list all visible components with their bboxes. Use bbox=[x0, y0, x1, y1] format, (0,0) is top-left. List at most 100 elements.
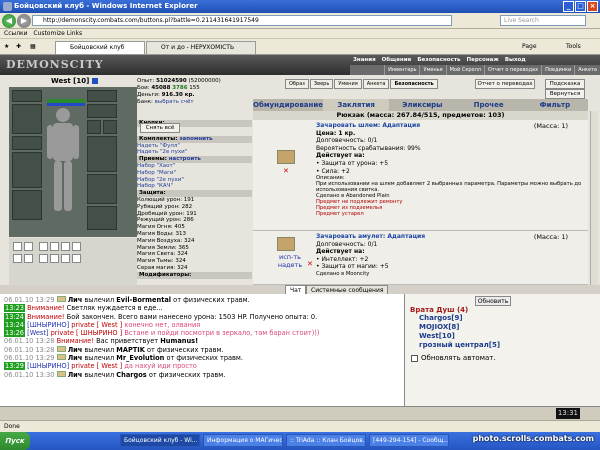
amulet-slot[interactable] bbox=[87, 104, 117, 118]
minimize-icon[interactable]: _ bbox=[563, 1, 574, 12]
return-button[interactable]: Вернуться bbox=[545, 89, 585, 99]
remove-all-button[interactable]: Снять всё bbox=[140, 123, 180, 133]
player-entry[interactable]: MOJIOX[8] bbox=[419, 323, 460, 331]
game-banner: DEMONSCITY Знания Общение Безопасность Перс… bbox=[0, 55, 600, 75]
task-icq[interactable]: [449-294-154] - Сообщ... bbox=[369, 434, 449, 447]
status-bar: Done bbox=[0, 420, 600, 432]
task-magic-info[interactable]: Информация о МАГичес... bbox=[203, 434, 283, 447]
belt-slot[interactable] bbox=[12, 136, 42, 150]
subnav-item[interactable]: Мой Скролл bbox=[445, 65, 484, 75]
player-entry[interactable]: Chargos[9] bbox=[419, 314, 463, 322]
subnav-item[interactable]: Уменья bbox=[419, 65, 445, 75]
delete-icon[interactable]: ✕ bbox=[283, 167, 289, 175]
belt-slot[interactable] bbox=[39, 242, 48, 251]
subnav-item[interactable]: Анкета bbox=[574, 65, 600, 75]
belt-slot[interactable] bbox=[50, 254, 59, 263]
belt-slot[interactable] bbox=[72, 254, 81, 263]
tab-real-estate[interactable]: От и до - НЕРУХОМІСТЬ bbox=[146, 41, 256, 54]
subnav-item[interactable]: Инвентарь bbox=[384, 65, 419, 75]
subnav-item[interactable]: Поединки bbox=[541, 65, 574, 75]
armor-slot[interactable] bbox=[12, 104, 42, 134]
refresh-button[interactable]: Обновить bbox=[475, 296, 511, 306]
scroll-icon[interactable] bbox=[277, 237, 295, 251]
weapon-right-slot[interactable] bbox=[87, 136, 117, 172]
set-full[interactable]: Надеть "Фулл" bbox=[137, 143, 252, 150]
chat-time: 06.01.10 13:29 bbox=[4, 354, 55, 363]
character-params: Кнопки: Комплекты: запомнить Надеть "Фул… bbox=[137, 120, 252, 279]
belt-slot[interactable] bbox=[24, 254, 33, 263]
security-button[interactable]: Безопасность bbox=[390, 79, 438, 89]
character-stats: Опыт: 51024590 (52000000) Бои: 45088 378… bbox=[137, 78, 221, 105]
forward-arrow-icon[interactable]: ▶ bbox=[17, 14, 31, 28]
chat-time: 13:24 bbox=[4, 312, 26, 321]
inventory-item: исп-ть надеть ✕ Зачаровать амулет: Адапт… bbox=[253, 231, 588, 285]
ring-slot-1[interactable] bbox=[87, 120, 101, 134]
subnav-item[interactable]: Отчет о переводах bbox=[483, 65, 541, 75]
belt-slot[interactable] bbox=[39, 254, 48, 263]
belt-slot[interactable] bbox=[50, 242, 59, 251]
transfer-report-button[interactable]: Отчет о переводах bbox=[475, 79, 535, 89]
character-name[interactable]: West [10] bbox=[51, 77, 98, 85]
delete-icon[interactable]: ✕ bbox=[307, 260, 313, 268]
task-fight-club[interactable]: Бойцовский клуб - Wi... bbox=[120, 434, 200, 447]
belt-slot[interactable] bbox=[61, 254, 70, 263]
scroll-icon bbox=[56, 370, 66, 377]
tab-list-icon[interactable]: ▦ bbox=[30, 42, 36, 52]
pet-button[interactable]: Зверь bbox=[309, 79, 334, 89]
belt-slot[interactable] bbox=[61, 242, 70, 251]
tools-menu[interactable]: Tools bbox=[566, 42, 581, 52]
add-favorites-icon[interactable]: ✚ bbox=[16, 42, 21, 52]
tab-spells[interactable]: Заклятия bbox=[322, 99, 390, 111]
ring-slot-2[interactable] bbox=[103, 120, 117, 134]
boots-slot[interactable] bbox=[87, 206, 117, 230]
chat-line: 13:23 Внимание! Светляк нуждается в еде.… bbox=[4, 304, 163, 313]
player-entry[interactable]: West[10] bbox=[419, 332, 455, 340]
ie-icon bbox=[3, 2, 12, 11]
weapon-left-slot[interactable] bbox=[12, 152, 42, 188]
maximize-icon[interactable]: □ bbox=[575, 1, 586, 12]
player-entry[interactable]: грозный централ[5] bbox=[419, 341, 500, 349]
gloves-slot[interactable] bbox=[12, 190, 42, 220]
live-search-input[interactable]: Live Search bbox=[500, 15, 586, 26]
money-value: 916.30 кр. bbox=[161, 92, 195, 98]
tab-filter[interactable]: Фильтр bbox=[522, 99, 588, 111]
customize-links[interactable]: Customize Links bbox=[33, 30, 82, 37]
tab-equipment[interactable]: Обмундирование bbox=[253, 99, 323, 111]
auto-refresh-checkbox[interactable]: Обновлять автомат. bbox=[411, 354, 496, 362]
tab-other[interactable]: Прочее bbox=[455, 99, 521, 111]
set-two-weapons[interactable]: Надеть "2е пухи" bbox=[137, 149, 252, 156]
close-icon[interactable]: × bbox=[587, 1, 598, 12]
use-link[interactable]: исп-ть bbox=[273, 253, 307, 261]
scroll-icon bbox=[56, 354, 66, 361]
skills-button[interactable]: Умения bbox=[334, 79, 362, 89]
wear-link[interactable]: надеть bbox=[273, 261, 307, 269]
heart-icon[interactable] bbox=[13, 242, 22, 251]
belt-slot[interactable] bbox=[72, 242, 81, 251]
helmet-slot[interactable] bbox=[12, 90, 42, 102]
start-button[interactable]: Пуск bbox=[0, 432, 30, 450]
bank-link[interactable]: выбрать счёт bbox=[155, 99, 194, 105]
tab-elixirs[interactable]: Эликсиры bbox=[389, 99, 455, 111]
chat-log: 06.01.10 13:29 Лич вылечил Evil-Bormenta… bbox=[0, 294, 405, 406]
image-button[interactable]: Образ bbox=[285, 79, 309, 89]
chat-line: 13:26 [West] private [ ШНЫРИНО ] Встане … bbox=[4, 329, 320, 338]
souls-panel: Обновить Врата Душ (4) Chargos[9] MOJIOX… bbox=[405, 294, 600, 406]
belt-slot[interactable] bbox=[13, 254, 22, 263]
profile-button[interactable]: Анкета bbox=[362, 79, 390, 89]
url-input[interactable]: http://demonscity.combats.com/buttons.pl… bbox=[32, 15, 452, 26]
scroll-icon[interactable] bbox=[277, 150, 295, 164]
earring-slot[interactable] bbox=[87, 90, 117, 102]
chat-line: 13:24 Внимание! Бой закончен. Всего вами… bbox=[4, 312, 318, 321]
favorites-star-icon[interactable]: ★ bbox=[4, 42, 9, 52]
heart-icon[interactable] bbox=[24, 242, 33, 251]
shield-slot[interactable] bbox=[87, 174, 117, 204]
page-menu[interactable]: Page bbox=[522, 42, 537, 52]
chat-line: 13:24 [ШНЫРИНО] private [ West ] конечно… bbox=[4, 320, 201, 329]
hint-button[interactable]: Подсказка bbox=[545, 79, 585, 89]
tab-fight-club[interactable]: Бойцовский клуб bbox=[55, 41, 145, 54]
chat-line: 06.01.10 13:28 Лич вылечил МАРТIK от физ… bbox=[4, 345, 224, 354]
back-arrow-icon[interactable]: ◀ bbox=[2, 14, 16, 28]
chat-line: 06.01.10 13:30 Лич вылечил Chargos от фи… bbox=[4, 370, 226, 379]
task-triada[interactable]: :: TriAda :: Клан Бойцов... bbox=[286, 434, 366, 447]
inventory-scrollbar[interactable] bbox=[590, 111, 598, 285]
